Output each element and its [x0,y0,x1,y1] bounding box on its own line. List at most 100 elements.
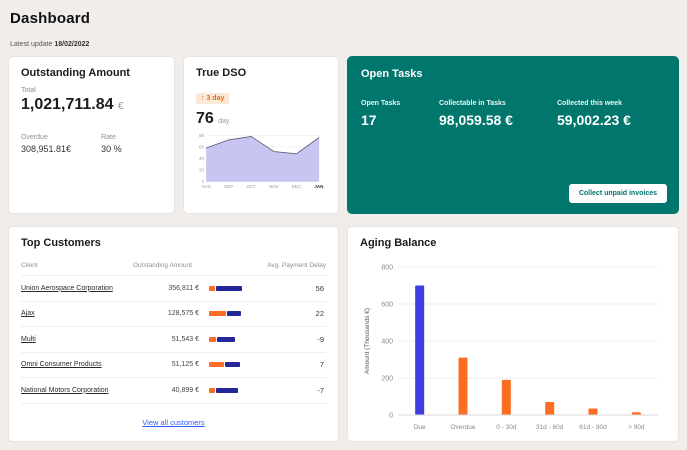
svg-text:800: 800 [381,265,393,272]
outstanding-breakdown: Overdue 308,951.81€ Rate 30 % [21,134,162,154]
total-amount: 1,021,711.84 [21,96,114,113]
view-all-customers-link[interactable]: View all customers [142,418,204,427]
customer-link[interactable]: Omni Consumer Products [21,361,133,368]
total-value: 1,021,711.84 € [21,96,162,114]
dso-number: 76 [196,110,214,127]
card-title: Top Customers [21,237,326,249]
table-row: Multi51,543 € -9 [21,326,326,352]
customer-outstanding-amount: 51,125 € [133,361,209,368]
customer-link[interactable]: National Motors Corporation [21,387,133,394]
customer-link[interactable]: Union Aerospace Corporation [21,285,133,292]
svg-text:Due: Due [414,424,426,431]
svg-text:40: 40 [199,156,205,161]
stat-value: 17 [361,112,439,128]
svg-text:80: 80 [199,133,205,138]
card-title: True DSO [196,67,326,79]
arrow-up-icon: ↑ [201,95,205,102]
true-dso-card: True DSO ↑ 3 day 76 day 020406080AUGSEPO… [183,56,339,214]
dso-unit: day [218,118,229,125]
currency-symbol: € [118,101,124,112]
svg-text:DEC: DEC [292,184,302,189]
card-title: Open Tasks [361,68,665,80]
last-update-date: 18/02/2022 [54,41,89,48]
overdue-bar-segment [209,362,224,367]
table-row: National Motors Corporation40,899 € -7 [21,377,326,403]
outstanding-amount-card: Outstanding Amount Total 1,021,711.84 € … [8,56,175,214]
card-title: Aging Balance [360,237,666,249]
top-customers-card: Top Customers Client Outstanding Amount … [8,226,339,442]
due-bar-segment [216,286,242,291]
customer-mini-bar [209,311,255,316]
table-footer: View all customers [21,403,326,430]
stat-collected-week: Collected this week 59,002.23 € [557,100,665,128]
customer-outstanding-amount: 40,899 € [133,387,209,394]
svg-text:31d - 60d: 31d - 60d [536,424,564,431]
card-title: Outstanding Amount [21,67,162,79]
total-label: Total [21,87,162,94]
customer-mini-bar [209,337,255,342]
stat-open-tasks: Open Tasks 17 [361,100,439,128]
svg-text:61d - 90d: 61d - 90d [579,424,607,431]
overdue-value: 308,951.81€ [21,144,71,154]
customer-outstanding-amount: 356,811 € [133,285,209,292]
svg-text:JAN: JAN [314,184,323,189]
customer-avg-delay: -7 [271,386,326,395]
customer-table-body: Union Aerospace Corporation356,811 € 56 Aj… [21,275,326,403]
table-header: Client Outstanding Amount Avg. Payment D… [21,257,326,275]
table-row: Ajax128,575 € 22 [21,301,326,327]
customer-avg-delay: 56 [271,284,326,293]
customer-avg-delay: 7 [271,360,326,369]
customer-mini-bar [209,286,255,291]
customer-outstanding-amount: 128,575 € [133,310,209,317]
svg-text:AUG: AUG [201,184,211,189]
stat-label: Collected this week [557,100,665,107]
overdue-bar-segment [209,337,216,342]
svg-text:> 90d: > 90d [628,424,645,431]
rate-value: 30 % [101,144,122,154]
page-title: Dashboard [10,10,687,27]
overdue-bar-segment [209,388,215,393]
stat-value: 59,002.23 € [557,112,665,128]
svg-text:0: 0 [389,413,393,420]
rate-block: Rate 30 % [101,134,122,154]
table-row: Omni Consumer Products51,125 € 7 [21,352,326,378]
svg-text:60: 60 [199,144,205,149]
svg-text:OCT: OCT [246,184,256,189]
svg-text:0 - 30d: 0 - 30d [496,424,517,431]
due-bar-segment [227,311,241,316]
svg-text:Overdue: Overdue [451,424,476,431]
rate-label: Rate [101,134,122,141]
customer-link[interactable]: Ajax [21,310,133,317]
due-bar-segment [225,362,240,367]
table-row: Union Aerospace Corporation356,811 € 56 [21,275,326,301]
customer-mini-bar [209,362,255,367]
overdue-label: Overdue [21,134,71,141]
svg-text:400: 400 [381,339,393,346]
customer-mini-bar [209,388,255,393]
column-client: Client [21,262,133,269]
svg-text:600: 600 [381,302,393,309]
customer-avg-delay: 22 [271,309,326,318]
svg-text:200: 200 [381,376,393,383]
stat-value: 98,059.58 € [439,112,557,128]
dso-badge-text: 3 day [206,95,224,102]
last-update-label: Latest update [10,41,52,48]
collect-unpaid-invoices-button[interactable]: Collect unpaid invoices [569,184,667,203]
overdue-block: Overdue 308,951.81€ [21,134,71,154]
customer-link[interactable]: Multi [21,336,133,343]
customer-avg-delay: -9 [271,335,326,344]
dso-trend-chart: 020406080AUGSEPOCTNOVDECJAN [196,132,326,197]
aging-balance-chart: 0200400600800Amount (Thousands €)DueOver… [360,257,666,440]
stat-label: Collectable in Tasks [439,100,557,107]
customer-outstanding-amount: 51,543 € [133,336,209,343]
open-tasks-stats: Open Tasks 17 Collectable in Tasks 98,05… [361,100,665,128]
due-bar-segment [217,337,235,342]
dso-value: 76 day [196,110,326,128]
svg-text:0: 0 [202,179,205,184]
column-avg-payment-delay: Avg. Payment Delay [216,262,326,269]
svg-text:20: 20 [199,168,205,173]
due-bar-segment [216,388,238,393]
dso-trend-badge: ↑ 3 day [196,93,229,104]
aging-balance-card: Aging Balance 0200400600800Amount (Thous… [347,226,679,442]
page-header: Dashboard Latest update 18/02/2022 [0,0,687,48]
